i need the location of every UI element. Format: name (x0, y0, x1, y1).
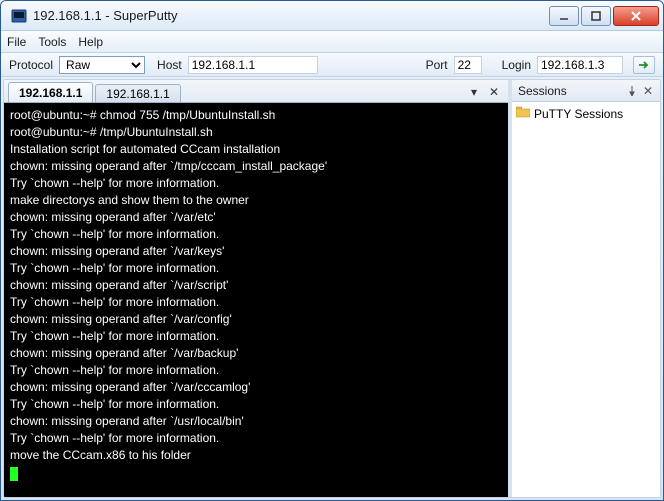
terminal-line: chown: missing operand after `/var/etc' (10, 209, 502, 226)
terminal-line: chown: missing operand after `/var/backu… (10, 345, 502, 362)
terminal-line: chown: missing operand after `/var/scrip… (10, 277, 502, 294)
tab-label: 192.168.1.1 (106, 87, 169, 101)
terminal-line: move the CCcam.x86 to his folder (10, 447, 502, 464)
terminal-line: Try `chown --help' for more information. (10, 328, 502, 345)
tab-label: 192.168.1.1 (19, 86, 82, 100)
terminal-line: root@ubuntu:~# chmod 755 /tmp/UbuntuInst… (10, 107, 502, 124)
connection-bar: Protocol Raw Host Port Login (1, 53, 663, 77)
menu-tools[interactable]: Tools (38, 35, 66, 49)
connect-button[interactable] (633, 56, 655, 74)
pin-icon[interactable] (626, 85, 638, 97)
sessions-panel: Sessions ✕ PuTTY Sessions (512, 80, 660, 497)
terminal-line: Try `chown --help' for more information. (10, 396, 502, 413)
terminal-line: make directorys and show them to the own… (10, 192, 502, 209)
menu-file[interactable]: File (7, 35, 26, 49)
terminal-line: Installation script for automated CCcam … (10, 141, 502, 158)
host-input[interactable] (188, 56, 318, 74)
terminal-line: Try `chown --help' for more information. (10, 260, 502, 277)
terminal-line: Try `chown --help' for more information. (10, 175, 502, 192)
terminal-output[interactable]: root@ubuntu:~# chmod 755 /tmp/UbuntuInst… (4, 102, 508, 497)
terminal-line: chown: missing operand after `/var/confi… (10, 311, 502, 328)
terminal-line: chown: missing operand after `/var/cccam… (10, 379, 502, 396)
menu-help[interactable]: Help (78, 35, 103, 49)
terminal-pane: 192.168.1.1 192.168.1.1 ▾ ✕ root@ubuntu:… (4, 80, 508, 497)
app-icon (11, 8, 27, 24)
terminal-line: chown: missing operand after `/tmp/cccam… (10, 158, 502, 175)
window-controls (549, 6, 659, 26)
sessions-title: Sessions (518, 84, 622, 98)
window-title: 192.168.1.1 - SuperPutty (33, 8, 549, 23)
sessions-header: Sessions ✕ (512, 80, 660, 102)
terminal-line: Try `chown --help' for more information. (10, 294, 502, 311)
maximize-button[interactable] (581, 6, 611, 26)
panel-close-icon[interactable]: ✕ (642, 85, 654, 97)
sessions-root-label: PuTTY Sessions (534, 107, 623, 121)
content-area: 192.168.1.1 192.168.1.1 ▾ ✕ root@ubuntu:… (3, 79, 661, 498)
tab-inactive[interactable]: 192.168.1.1 (95, 84, 180, 102)
login-input[interactable] (537, 56, 623, 74)
terminal-cursor (10, 467, 18, 481)
terminal-line: Try `chown --help' for more information. (10, 362, 502, 379)
sessions-root-node[interactable]: PuTTY Sessions (516, 106, 656, 121)
app-window: 192.168.1.1 - SuperPutty File Tools Help… (0, 0, 664, 501)
port-label: Port (426, 58, 448, 72)
terminal-line: chown: missing operand after `/usr/local… (10, 413, 502, 430)
folder-icon (516, 106, 530, 121)
tab-active[interactable]: 192.168.1.1 (8, 82, 93, 102)
protocol-label: Protocol (9, 58, 53, 72)
port-input[interactable] (454, 56, 482, 74)
titlebar: 192.168.1.1 - SuperPutty (1, 1, 663, 31)
menubar: File Tools Help (1, 31, 663, 53)
terminal-line: Try `chown --help' for more information. (10, 226, 502, 243)
minimize-button[interactable] (549, 6, 579, 26)
tab-menu-icon[interactable]: ▾ (466, 84, 482, 100)
terminal-line: Try `chown --help' for more information. (10, 430, 502, 447)
tabstrip: 192.168.1.1 192.168.1.1 ▾ ✕ (4, 80, 508, 102)
sessions-tree: PuTTY Sessions (512, 102, 660, 497)
login-label: Login (502, 58, 531, 72)
close-button[interactable] (613, 6, 659, 26)
terminal-line: root@ubuntu:~# /tmp/UbuntuInstall.sh (10, 124, 502, 141)
terminal-line: chown: missing operand after `/var/keys' (10, 243, 502, 260)
host-label: Host (157, 58, 182, 72)
tab-close-icon[interactable]: ✕ (486, 84, 502, 100)
protocol-select[interactable]: Raw (59, 56, 145, 74)
